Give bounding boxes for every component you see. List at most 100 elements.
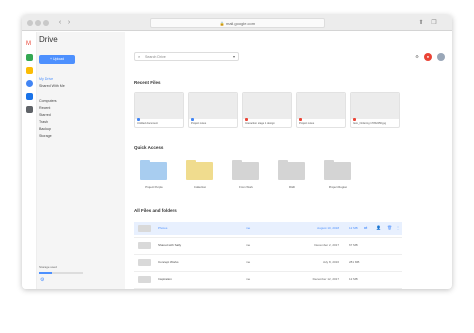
row-divider [134, 254, 402, 255]
drive-icon[interactable] [26, 54, 33, 61]
folder-label: R&D [289, 185, 295, 189]
folder-label: Collection [193, 185, 207, 189]
storage-bar-fill [39, 272, 53, 274]
row-size: 12 MB [349, 226, 358, 230]
share-person-icon[interactable]: 👤 [376, 225, 381, 230]
recent-file-name: Untitled document [137, 122, 158, 125]
all-files-title: All Files and folders [134, 208, 177, 213]
recent-file-card[interactable]: Project notes [296, 92, 346, 128]
chevron-down-icon[interactable]: ▾ [233, 53, 235, 61]
gmail-icon[interactable]: M [26, 41, 33, 48]
row-name: Photos [158, 226, 168, 230]
sidebar-item-storage[interactable]: Storage [39, 134, 52, 138]
sidebar-item-my-drive[interactable]: My Drive [39, 77, 53, 81]
storage-bar [39, 272, 83, 274]
recent-file-name: Project notes [299, 122, 315, 125]
row-owner: me [246, 243, 251, 247]
row-name: Inspiration [158, 277, 172, 281]
upload-button[interactable]: + Upload [39, 55, 75, 64]
table-row[interactable]: Concept Works me July 8, 2016 281 MB [134, 256, 402, 269]
folder-icon [324, 162, 351, 180]
sidebar-item-shared[interactable]: Shared With Me [39, 84, 65, 88]
address-bar[interactable]: 🔒 mail.google.com [150, 18, 325, 28]
sidebar-item-computers[interactable]: Computers [39, 99, 57, 103]
file-type-icon [191, 118, 194, 121]
table-row[interactable]: Photos me August 10, 2018 12 MB ⇄ 👤 🗑 ⋮ [134, 222, 402, 235]
folder-icon [278, 162, 305, 180]
table-row[interactable]: Shared with Sally me December 2, 2017 67 MB [134, 239, 402, 252]
more-options-icon[interactable]: ⋮ [396, 225, 400, 230]
sidebar-item-backup[interactable]: Backup [39, 127, 51, 131]
file-type-icon [353, 118, 356, 121]
apps-icon[interactable] [26, 106, 33, 113]
file-thumbnail [351, 93, 399, 119]
row-date: August 10, 2018 [317, 226, 339, 230]
recent-file-name: Interaction stage 1 design [245, 122, 275, 125]
quick-access-folder[interactable] [186, 160, 213, 180]
browser-titlebar: ‹ › 🔒 mail.google.com ⬆ ❐ [22, 15, 452, 31]
main-content: ⌕ Search Drive ▾ ⚙ ● Recent Files Untitl… [126, 32, 452, 289]
row-size: 12 MB [349, 277, 358, 281]
recent-file-card[interactable]: Interaction stage 1 design [242, 92, 292, 128]
avatar[interactable] [437, 53, 445, 61]
folder-label: Project Purple [145, 185, 163, 189]
row-size: 67 MB [349, 243, 358, 247]
row-thumbnail [138, 242, 151, 249]
row-date: December 12, 2017 [312, 277, 339, 281]
quick-access-folder[interactable] [232, 160, 259, 180]
tabs-icon[interactable]: ❐ [430, 19, 438, 27]
storage-text: Storage used [39, 265, 57, 269]
row-name: Concept Works [158, 260, 179, 264]
search-input[interactable]: ⌕ Search Drive ▾ [134, 52, 239, 61]
file-type-icon [299, 118, 302, 121]
recent-file-card[interactable]: Project notes [188, 92, 238, 128]
quick-access-folder[interactable] [324, 160, 351, 180]
file-type-icon [137, 118, 140, 121]
calendar-icon[interactable] [26, 93, 33, 100]
delete-icon[interactable]: 🗑 [387, 225, 392, 230]
folder-icon [186, 162, 213, 180]
row-date: July 8, 2016 [322, 260, 339, 264]
recent-file-card[interactable]: Untitled document [134, 92, 184, 128]
settings-gear-icon[interactable]: ⚙ [413, 53, 421, 61]
quick-access-folder[interactable] [278, 160, 305, 180]
share-icon[interactable]: ⬆ [417, 19, 425, 27]
row-thumbnail [138, 276, 151, 283]
row-divider [134, 237, 402, 238]
row-thumbnail [138, 259, 151, 266]
browser-window: ‹ › 🔒 mail.google.com ⬆ ❐ M Drive + Uplo… [22, 15, 452, 289]
settings-icon[interactable]: ⚙ [40, 277, 44, 283]
minimize-window-button[interactable] [35, 20, 41, 26]
quick-access-folder[interactable] [140, 160, 167, 180]
row-thumbnail [138, 225, 151, 232]
search-icon: ⌕ [138, 54, 141, 59]
forward-icon[interactable]: › [64, 19, 74, 27]
notification-icon[interactable]: ● [424, 53, 432, 61]
search-placeholder: Search Drive [145, 55, 166, 59]
sidebar: Drive + Upload My Drive Shared With Me C… [37, 32, 125, 289]
app-rail: M [22, 32, 37, 289]
folder-label: Project Region [328, 185, 348, 189]
file-thumbnail [135, 93, 183, 119]
contacts-icon[interactable] [26, 80, 33, 87]
link-icon[interactable]: ⇄ [364, 225, 367, 230]
row-size: 281 MB [349, 260, 360, 264]
row-divider [134, 271, 402, 272]
address-text: mail.google.com [225, 21, 256, 26]
row-owner: me [246, 226, 251, 230]
close-window-button[interactable] [27, 20, 33, 26]
sidebar-item-starred[interactable]: Starred [39, 113, 51, 117]
recent-file-name: Item_Ordering 17052456.jpg [353, 122, 387, 125]
sidebar-item-trash[interactable]: Trash [39, 120, 48, 124]
file-thumbnail [189, 93, 237, 119]
sidebar-item-recent[interactable]: Recent [39, 106, 50, 110]
table-row[interactable]: Inspiration me December 12, 2017 12 MB [134, 273, 402, 286]
row-owner: me [246, 277, 251, 281]
recent-file-card[interactable]: Item_Ordering 17052456.jpg [350, 92, 400, 128]
folder-label: From Work [239, 185, 253, 189]
quick-access-title: Quick Access [134, 145, 164, 150]
photos-icon[interactable] [26, 67, 33, 74]
maximize-window-button[interactable] [43, 20, 49, 26]
file-type-icon [245, 118, 248, 121]
row-divider [134, 288, 402, 289]
